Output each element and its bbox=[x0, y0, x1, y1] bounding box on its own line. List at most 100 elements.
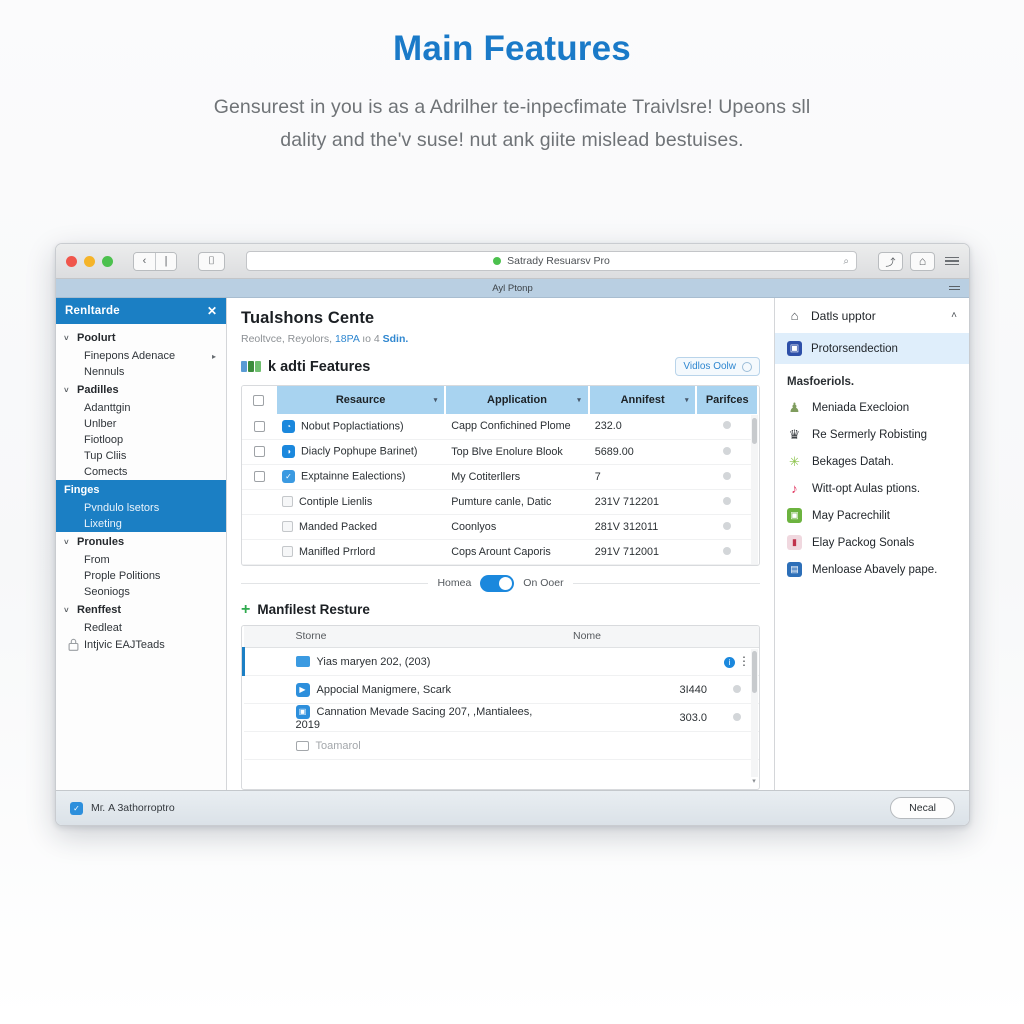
status-dot-icon bbox=[723, 496, 732, 505]
row-checkbox-cell[interactable] bbox=[242, 514, 276, 540]
search-icon[interactable]: ⌕ bbox=[843, 256, 849, 267]
sidebar-item-adanttgin[interactable]: Adanttgin bbox=[56, 400, 226, 416]
necal-button[interactable]: Necal bbox=[890, 797, 955, 819]
sidebar-group-pronules: ˅ Pronules From Prople Politions Seoniog… bbox=[56, 532, 226, 600]
row-checkbox-dim[interactable] bbox=[282, 521, 293, 533]
manifest-scrollbar[interactable] bbox=[751, 648, 758, 777]
row-checkbox[interactable] bbox=[253, 420, 265, 432]
right-panel-item-meniada-execloion[interactable]: ♟ Meniada Execloion bbox=[775, 394, 969, 421]
right-panel-item-elay-packog-sonals[interactable]: ▮ Elay Packog Sonals bbox=[775, 529, 969, 556]
select-all-checkbox[interactable] bbox=[253, 394, 264, 406]
cell-name: Toamarol bbox=[287, 731, 565, 760]
scroll-down-icon[interactable]: ▾ bbox=[750, 777, 758, 788]
manifest-table-wrap: Storne Nome Yias maryen 202, (203) i ⋮ ▶… bbox=[241, 624, 760, 790]
forward-icon[interactable]: | bbox=[155, 252, 176, 270]
column-nome[interactable]: Nome bbox=[565, 625, 715, 648]
right-panel-item-re-sermerly-robisting[interactable]: ♛ Re Sermerly Robisting bbox=[775, 421, 969, 448]
column-parifces[interactable]: Parifces bbox=[696, 386, 759, 414]
row-checkbox-dim[interactable] bbox=[282, 496, 293, 508]
info-icon[interactable]: i bbox=[723, 657, 735, 668]
table-row[interactable]: ▶ Appocial Manigmere, Scark 3І440 bbox=[243, 675, 759, 704]
sidebar-group-header[interactable]: ˅ Padilles bbox=[56, 380, 226, 400]
row-checkbox-dim[interactable] bbox=[282, 546, 293, 558]
row-checkbox[interactable] bbox=[253, 471, 265, 483]
maximize-window-button[interactable] bbox=[102, 255, 113, 267]
right-panel-item-bekages-datah[interactable]: ✳ Bekages Datah. bbox=[775, 448, 969, 475]
column-storne[interactable]: Storne bbox=[287, 625, 565, 648]
mode-toggle-switch[interactable] bbox=[480, 574, 515, 592]
status-label: Mг. A 3athorroptro bbox=[91, 802, 175, 814]
tab-title[interactable]: Ayl Ptonp bbox=[492, 283, 533, 294]
back-icon[interactable]: ‹ bbox=[134, 252, 155, 270]
add-icon[interactable]: + bbox=[241, 601, 250, 618]
sidebar-header: Renltarde ✕ bbox=[56, 298, 226, 324]
home-icon[interactable]: ⌂ bbox=[910, 251, 935, 271]
row-checkbox-cell[interactable] bbox=[242, 439, 276, 465]
table-row[interactable]: Manifled Prrlord Cops Arount Caporis 291… bbox=[242, 539, 758, 565]
vidlos-oolw-button[interactable]: Vidlos Oolw bbox=[675, 357, 760, 376]
row-checkbox-cell[interactable] bbox=[242, 464, 276, 490]
column-resaurce[interactable]: Resaurce ▾ bbox=[276, 386, 447, 414]
close-window-button[interactable] bbox=[66, 255, 77, 267]
sidebar-item-comects[interactable]: Comects bbox=[56, 464, 226, 480]
sidebar-item-prople-politions[interactable]: Prople Politions bbox=[56, 568, 226, 584]
row-checkbox-cell[interactable] bbox=[242, 488, 276, 515]
sidebar-group-header[interactable]: Finges bbox=[56, 480, 226, 500]
table-row[interactable]: ◑ Diacly Pophupe Barinet) Top Blve Enolur… bbox=[242, 439, 758, 465]
sidebar-item-fiotloop[interactable]: Fiotloop bbox=[56, 432, 226, 448]
close-icon[interactable]: ✕ bbox=[207, 305, 217, 317]
table-row[interactable]: Toamarol bbox=[243, 731, 759, 760]
main-content: Tualshons Cente Reoltvce, Reyolors, 18PA… bbox=[227, 298, 774, 790]
table-row[interactable]: ✓ Exptainne Ealections) My Cotiterllers 7 bbox=[242, 464, 758, 490]
table-row[interactable]: Yias maryen 202, (203) i ⋮ bbox=[242, 647, 759, 676]
right-panel-item-protorsendection[interactable]: ▣ Protorsendection bbox=[775, 333, 969, 364]
sidebar-toggle-icon[interactable]: ⌷ bbox=[198, 251, 225, 271]
right-panel: ⌂ Datls upptor ˄ ▣ Protorsendection Masf… bbox=[774, 298, 969, 790]
sidebar-group-padilles: ˅ Padilles Adanttgin Unlber Fiotloop Tup… bbox=[56, 380, 226, 480]
sidebar-item-lixeting[interactable]: Lixeting bbox=[56, 516, 226, 532]
table-row[interactable]: Manded Packed Coonlyos 281V 312011 bbox=[242, 514, 758, 540]
tab-strip: Ayl Ptonp bbox=[56, 279, 969, 298]
sidebar-item-tup-cliis[interactable]: Tup Cliis bbox=[56, 448, 226, 464]
sidebar-item-seoniogs[interactable]: Seoniogs bbox=[56, 584, 226, 600]
sidebar-group-header[interactable]: ˅ Poolurt bbox=[56, 328, 226, 348]
row-checkbox-cell[interactable] bbox=[242, 539, 276, 565]
menu-icon[interactable] bbox=[942, 256, 959, 266]
sidebar-group-header[interactable]: ˅ Pronules bbox=[56, 532, 226, 552]
breadcrumb-link[interactable]: 18PA bbox=[335, 333, 359, 345]
address-bar[interactable]: Satrady Resuarsv Pro ⌕ bbox=[246, 251, 857, 271]
sidebar-item-pvndulo-lsetors[interactable]: Pvndulo lsetors bbox=[56, 500, 226, 516]
right-panel-item-witt-opt-aulas-ptions[interactable]: ♪ Witt-opt Aulas ptions. bbox=[775, 475, 969, 502]
row-checkbox-cell[interactable] bbox=[242, 414, 276, 440]
table-row[interactable]: ▣ Cannation Mevade Sacing 207, ,Mantialee… bbox=[243, 703, 759, 732]
right-panel-header[interactable]: ⌂ Datls upptor ˄ bbox=[775, 298, 969, 333]
status-checkbox[interactable]: ✓ bbox=[70, 801, 83, 815]
share-icon[interactable]: ⤴ bbox=[878, 251, 903, 271]
table-row[interactable]: Contiple Lienlis Pumture canle, Datic 23… bbox=[242, 488, 758, 515]
select-all-header[interactable] bbox=[242, 386, 277, 414]
row-checkbox[interactable] bbox=[253, 446, 265, 458]
sidebar-item-intjvic-eajteads[interactable]: Intjvic EAJTeads bbox=[56, 636, 226, 653]
cell-text: Cannation Mevade Sacing 207, ,Mantialees… bbox=[295, 705, 533, 731]
sidebar-item-redleat[interactable]: Redleat bbox=[56, 620, 226, 636]
left-sidebar: Renltarde ✕ ˅ Poolurt Finepons Adenace ▸ bbox=[56, 298, 227, 790]
column-annifest[interactable]: Annifest ▾ bbox=[588, 386, 698, 414]
minimize-window-button[interactable] bbox=[84, 255, 95, 267]
sidebar-item-from[interactable]: From bbox=[56, 552, 226, 568]
sidebar-group-header[interactable]: ˅ Renffest bbox=[56, 600, 226, 620]
sidebar-item-unlber[interactable]: Unlber bbox=[56, 416, 226, 432]
chevron-up-icon[interactable]: ˄ bbox=[951, 310, 957, 321]
sidebar-item-nennuls[interactable]: Nennuls bbox=[56, 364, 226, 380]
column-actions bbox=[715, 625, 759, 648]
column-application[interactable]: Application ▾ bbox=[445, 386, 590, 414]
table-scrollbar[interactable] bbox=[751, 415, 758, 564]
tabstrip-menu-icon[interactable] bbox=[949, 285, 960, 291]
toggle-left-label: Homea bbox=[437, 577, 472, 589]
right-panel-item-may-pacrechilit[interactable]: ▣ May Pacrechilit bbox=[775, 502, 969, 529]
table-row[interactable]: ◔ Nobut Poplactiations) Capр Confichined … bbox=[242, 414, 758, 440]
cell-resource: ✓ Exptainne Ealections) bbox=[276, 464, 446, 490]
right-panel-item-menloase-abavely-pape[interactable]: ▤ Menloase Abavely pape. bbox=[775, 556, 969, 583]
cell-application: Coonlyos bbox=[445, 514, 589, 540]
more-options-icon[interactable]: ⋮ bbox=[738, 654, 750, 668]
sidebar-item-finepons-adenace[interactable]: Finepons Adenace ▸ bbox=[56, 348, 226, 364]
